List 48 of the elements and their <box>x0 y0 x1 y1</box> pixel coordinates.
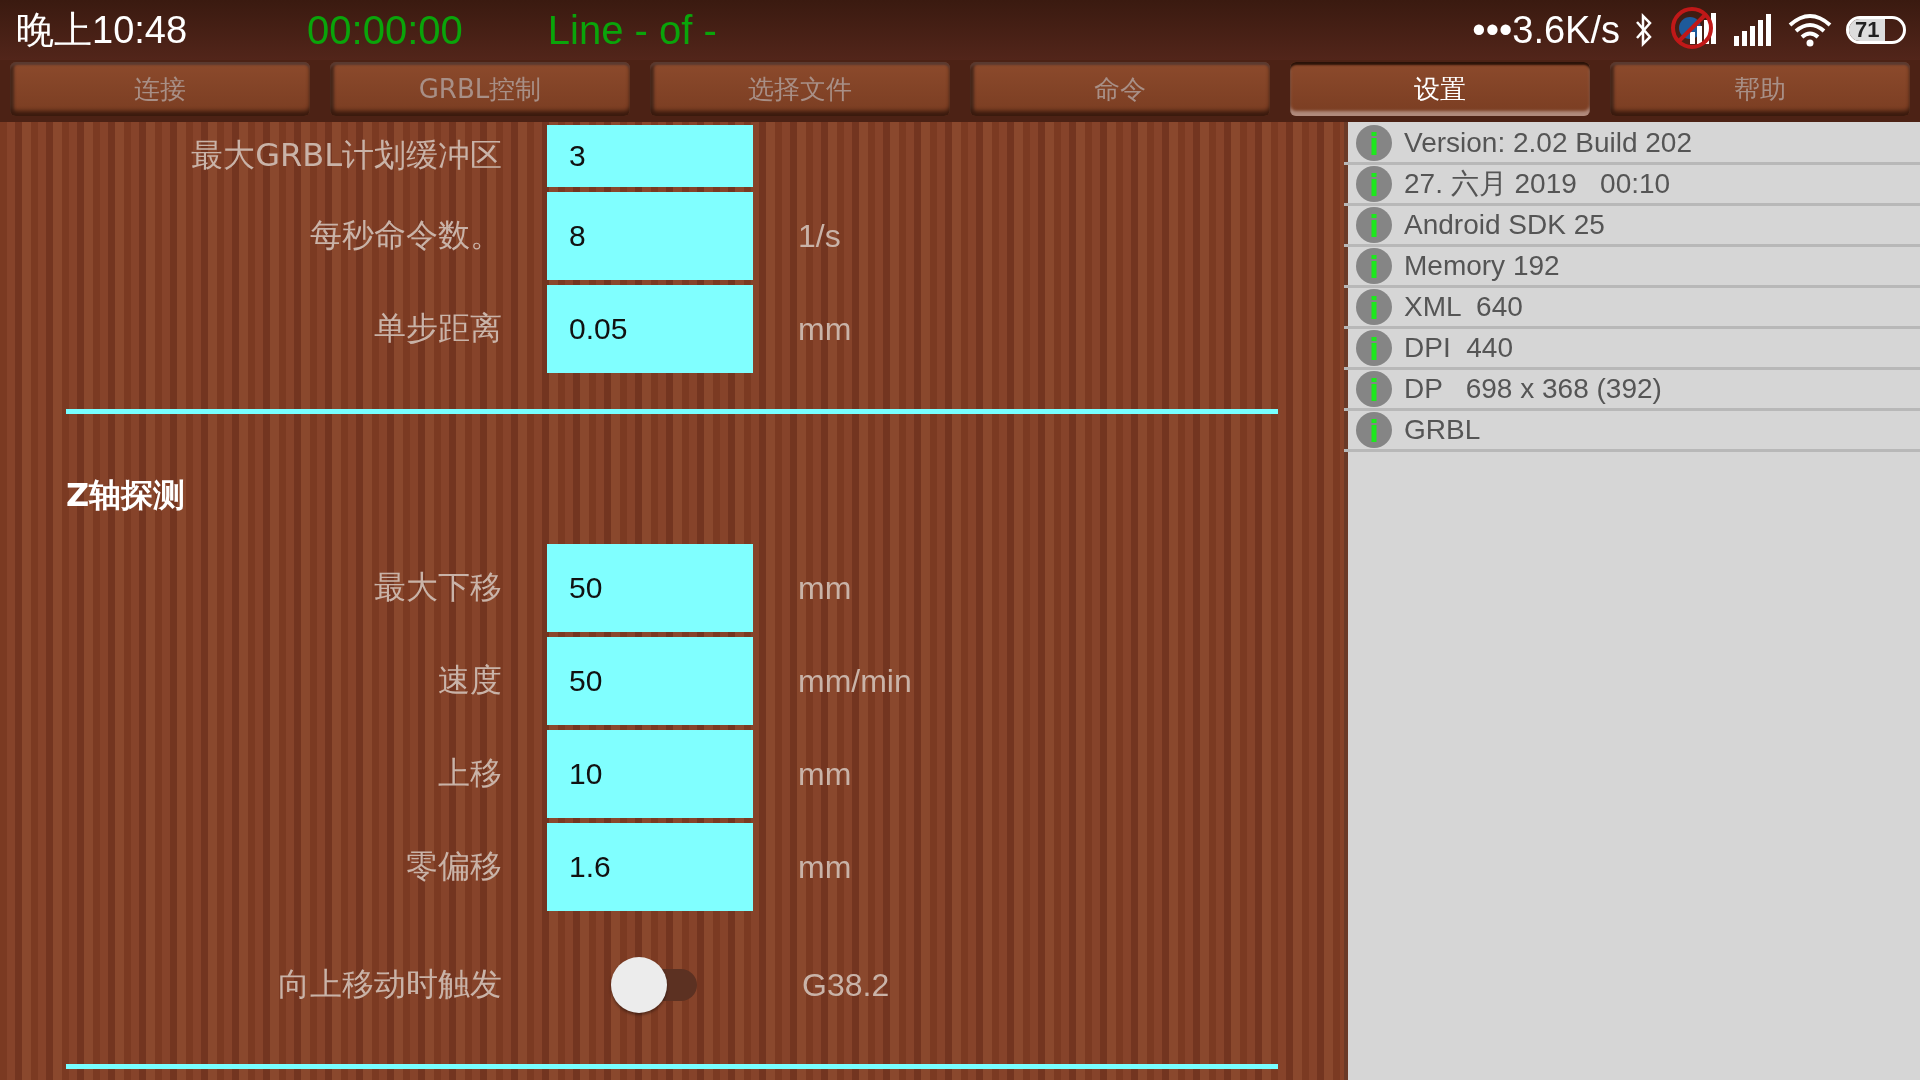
info-icon <box>1356 412 1392 448</box>
info-icon <box>1356 125 1392 161</box>
job-timer: 00:00:00 <box>307 7 463 53</box>
input-field[interactable]: 1.6 <box>547 823 753 911</box>
info-icon <box>1356 248 1392 284</box>
info-text: Android SDK 25 <box>1404 209 1605 241</box>
info-icon <box>1356 330 1392 366</box>
input-field[interactable]: 50 <box>547 544 753 632</box>
signal-icon <box>1734 14 1774 46</box>
setting-label: 最大下移 <box>373 567 502 608</box>
info-text: DP 698 x 368 (392) <box>1404 373 1662 405</box>
info-text: Version: 2.02 Build 202 <box>1404 127 1692 159</box>
status-time: 晚上10:48 <box>16 7 188 53</box>
unit-label: mm <box>798 310 853 348</box>
info-icon <box>1356 289 1392 325</box>
bluetooth-icon <box>1634 13 1654 47</box>
input-field[interactable]: 10 <box>547 730 753 818</box>
input-field[interactable]: 3 <box>547 125 753 187</box>
info-icon <box>1356 371 1392 407</box>
tab[interactable]: 设置 <box>1290 62 1590 116</box>
info-text: XML 640 <box>1404 291 1523 323</box>
info-icon <box>1356 207 1392 243</box>
unit-label: 1/s <box>798 217 842 255</box>
input-field[interactable]: 0.05 <box>547 285 753 373</box>
info-text: GRBL <box>1404 414 1481 446</box>
unit-label: mm <box>798 848 853 886</box>
wifi-icon <box>1788 13 1832 47</box>
info-text: Memory 192 <box>1404 250 1560 282</box>
setting-label: 最大GRBL计划缓冲区 <box>190 135 502 176</box>
unit-label: mm <box>798 755 853 793</box>
input-field[interactable]: 50 <box>547 637 753 725</box>
input-field[interactable]: 8 <box>547 192 753 280</box>
info-text: DPI 440 <box>1404 332 1513 364</box>
setting-label: 向上移动时触发 <box>277 964 502 1005</box>
unit-label: mm <box>798 569 853 607</box>
info-text: 27. 六月 2019 00:10 <box>1404 167 1671 201</box>
command-label: G38.2 <box>802 966 891 1004</box>
info-icon <box>1356 166 1392 202</box>
setting-label: 每秒命令数。 <box>309 215 502 256</box>
line-counter: Line - of - <box>547 7 717 53</box>
setting-label: 单步距离 <box>373 308 502 349</box>
battery-icon: 71 <box>1846 16 1906 44</box>
setting-label: 上移 <box>437 753 502 794</box>
setting-label: 速度 <box>437 660 502 701</box>
setting-label: 零偏移 <box>405 846 502 887</box>
section-heading: Z轴探测 <box>66 475 187 515</box>
unit-label: mm/min <box>798 662 913 700</box>
network-speed: •••3.6K/s <box>1472 8 1620 52</box>
